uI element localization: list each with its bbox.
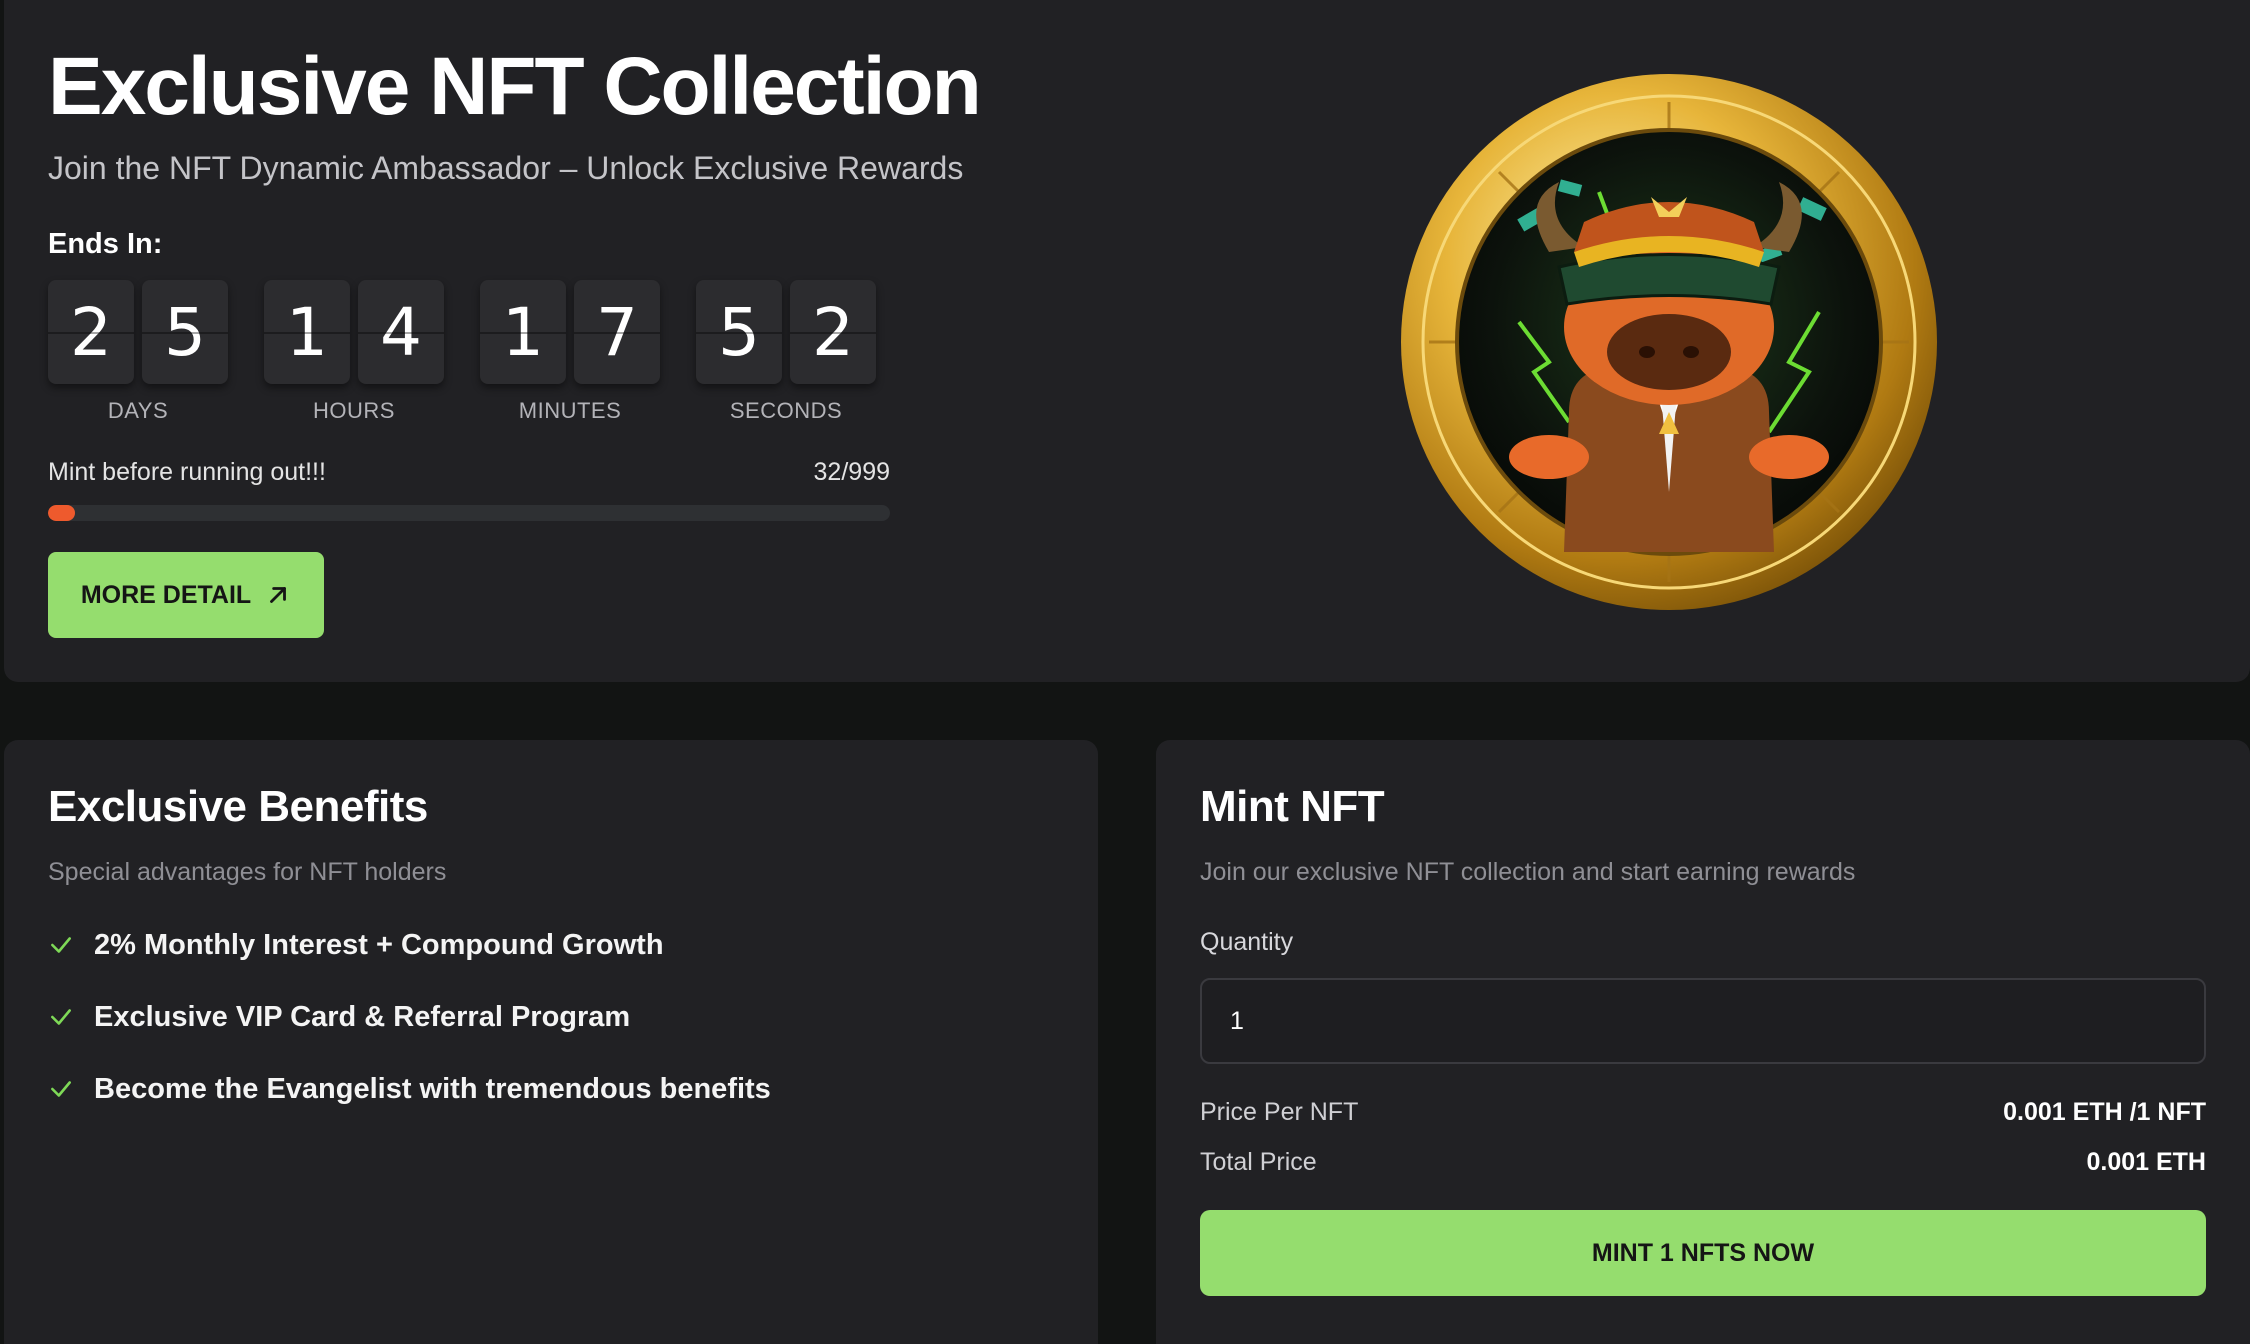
mint-progress-bar: [48, 505, 890, 521]
nft-bull-coin-image: [1401, 74, 1937, 610]
mint-subtitle: Join our exclusive NFT collection and st…: [1200, 858, 1856, 886]
more-detail-button[interactable]: MORE DETAIL: [48, 552, 324, 638]
list-item: Become the Evangelist with tremendous be…: [48, 1070, 771, 1108]
price-per-nft-label: Price Per NFT: [1200, 1098, 1359, 1126]
countdown-label: DAYS: [107, 398, 169, 423]
page-title: Exclusive NFT Collection: [48, 41, 982, 132]
quantity-input[interactable]: [1200, 978, 2206, 1064]
countdown-timer: 2 5 DAYS 1 4 HOURS 1 7 MINUTES 5 2 SECON…: [48, 280, 876, 424]
countdown-hours: 1 4 HOURS: [264, 280, 444, 424]
page: Exclusive NFT Collection Join the NFT Dy…: [0, 0, 2250, 1344]
countdown-label: MINUTES: [518, 398, 622, 423]
mint-card: Mint NFT Join our exclusive NFT collecti…: [1156, 740, 2250, 1344]
benefits-subtitle: Special advantages for NFT holders: [48, 858, 447, 886]
countdown-label: SECONDS: [729, 398, 843, 423]
mint-title: Mint NFT: [1200, 782, 1385, 831]
benefit-text: Exclusive VIP Card & Referral Program: [94, 1000, 631, 1033]
countdown-minutes: 1 7 MINUTES: [480, 280, 660, 424]
benefit-text: 2% Monthly Interest + Compound Growth: [94, 928, 664, 961]
countdown-digit: 5: [696, 280, 782, 384]
countdown-digit: 1: [264, 280, 350, 384]
arrow-up-right-icon: [270, 587, 287, 603]
list-item: 2% Monthly Interest + Compound Growth: [48, 926, 771, 964]
countdown-digit: 2: [790, 280, 876, 384]
mint-progress-label: Mint before running out!!!: [48, 458, 326, 486]
countdown-seconds: 5 2 SECONDS: [696, 280, 876, 424]
check-icon: [51, 937, 71, 953]
total-price-label: Total Price: [1200, 1148, 1317, 1176]
ends-in-label: Ends In:: [48, 228, 163, 260]
benefits-card: Exclusive Benefits Special advantages fo…: [4, 740, 1098, 1344]
list-item: Exclusive VIP Card & Referral Program: [48, 998, 771, 1036]
countdown-digit: 5: [142, 280, 228, 384]
check-icon: [51, 1081, 71, 1097]
mint-progress-fill: [48, 505, 75, 521]
quantity-label: Quantity: [1200, 928, 1294, 956]
check-icon: [51, 1009, 71, 1025]
countdown-digit: 7: [574, 280, 660, 384]
total-price-value: 0.001 ETH: [2086, 1148, 2206, 1176]
countdown-digit: 4: [358, 280, 444, 384]
countdown-digit: 2: [48, 280, 134, 384]
more-detail-label: MORE DETAIL: [80, 580, 252, 609]
hero-card: Exclusive NFT Collection Join the NFT Dy…: [4, 0, 2250, 682]
hero-subtitle: Join the NFT Dynamic Ambassador – Unlock…: [48, 150, 964, 186]
benefit-list: 2% Monthly Interest + Compound Growth Ex…: [48, 926, 771, 1142]
benefit-text: Become the Evangelist with tremendous be…: [94, 1072, 771, 1105]
mint-progress-count: 32/999: [813, 458, 890, 486]
mint-now-button[interactable]: MINT 1 NFTS NOW: [1200, 1210, 2206, 1296]
total-price-row: Total Price 0.001 ETH: [1200, 1148, 2206, 1177]
countdown-days: 2 5 DAYS: [48, 280, 228, 424]
price-per-nft-row: Price Per NFT 0.001 ETH /1 NFT: [1200, 1098, 2206, 1127]
countdown-label: HOURS: [313, 398, 395, 423]
countdown-digit: 1: [480, 280, 566, 384]
benefits-title: Exclusive Benefits: [48, 782, 428, 831]
price-per-nft-value: 0.001 ETH /1 NFT: [2003, 1098, 2206, 1126]
